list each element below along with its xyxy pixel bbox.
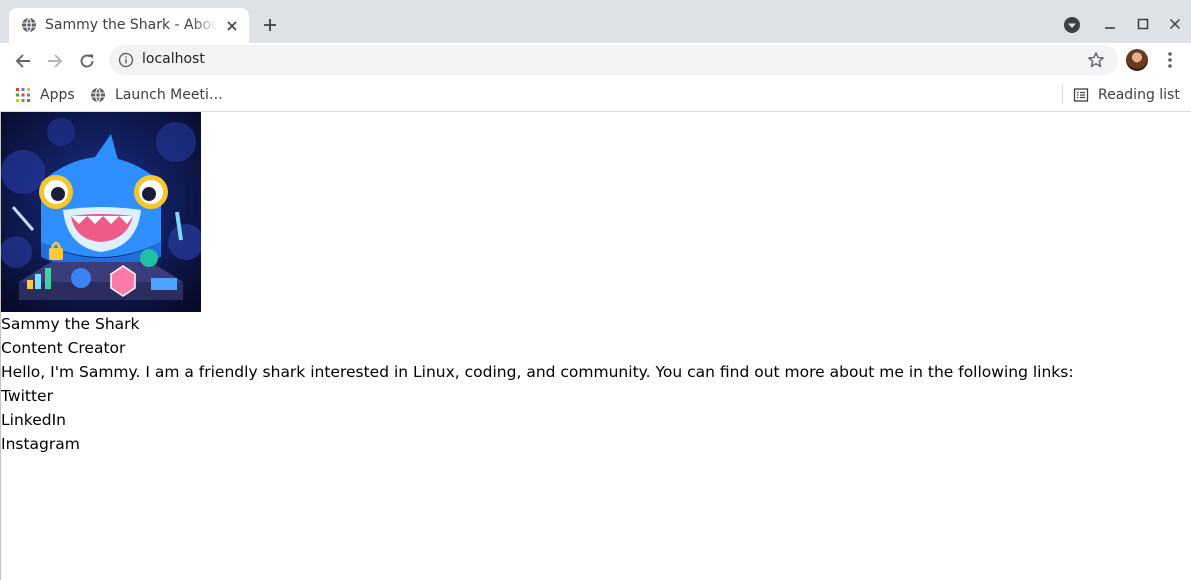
globe-icon xyxy=(91,87,105,103)
sammy-shark-illustration xyxy=(1,112,201,312)
bookmark-star-icon[interactable] xyxy=(1087,51,1105,69)
url-text[interactable]: localhost xyxy=(142,51,205,67)
bookmark-apps-label: Apps xyxy=(40,87,75,103)
tab-title: Sammy the Shark - About me xyxy=(45,17,217,33)
browser-toolbar: localhost xyxy=(0,43,1191,79)
forward-arrow-icon[interactable] xyxy=(43,49,67,73)
twitter-link[interactable]: Twitter xyxy=(1,384,1191,408)
reading-list-icon xyxy=(1073,88,1089,102)
tab-strip: Sammy the Shark - About me xyxy=(0,0,1191,43)
reading-list-label: Reading list xyxy=(1098,87,1180,103)
active-tab[interactable]: Sammy the Shark - About me xyxy=(9,8,249,43)
bookmark-launch-meeting[interactable]: Launch Meeti… xyxy=(90,83,223,107)
minimize-icon[interactable] xyxy=(1098,12,1122,36)
linkedin-link[interactable]: LinkedIn xyxy=(1,408,1191,432)
tab-search-icon[interactable] xyxy=(1062,15,1082,35)
profile-avatar[interactable] xyxy=(1126,49,1148,71)
profile-role: Content Creator xyxy=(1,339,126,357)
bookmarks-divider xyxy=(1062,84,1063,104)
bookmark-apps[interactable]: Apps xyxy=(15,83,75,107)
apps-grid-icon xyxy=(16,88,30,102)
bookmarks-bar: Apps Launch Meeti… Reading list xyxy=(0,79,1191,112)
profile-name: Sammy the Shark xyxy=(1,315,140,333)
maximize-icon[interactable] xyxy=(1131,12,1155,36)
bookmark-launch-meeting-label: Launch Meeti… xyxy=(115,87,223,103)
reading-list-button[interactable]: Reading list xyxy=(1073,83,1180,107)
close-tab-icon[interactable] xyxy=(223,17,241,35)
new-tab-icon[interactable] xyxy=(258,13,282,37)
profile-bio: Hello, I'm Sammy. I am a friendly shark … xyxy=(1,363,1074,381)
reload-icon[interactable] xyxy=(75,49,99,73)
address-bar[interactable]: localhost xyxy=(109,45,1118,75)
close-window-icon[interactable] xyxy=(1163,12,1187,36)
more-options-icon[interactable] xyxy=(1160,50,1180,70)
instagram-link[interactable]: Instagram xyxy=(1,432,1191,456)
back-arrow-icon[interactable] xyxy=(11,49,35,73)
page-viewport: Sammy the Shark Content Creator Hello, I… xyxy=(0,112,1191,580)
globe-icon xyxy=(22,17,36,33)
site-info-icon[interactable] xyxy=(118,52,134,68)
